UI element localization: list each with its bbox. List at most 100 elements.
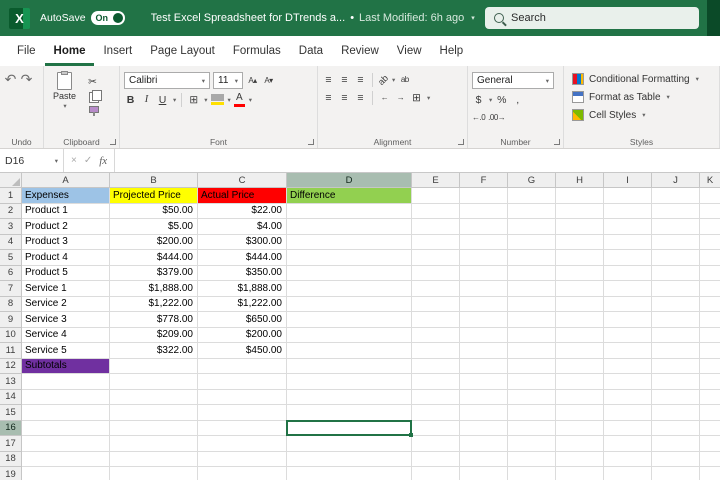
cell-B4[interactable]: $200.00 <box>110 235 198 251</box>
cell-J8[interactable] <box>652 297 700 313</box>
cell-J10[interactable] <box>652 328 700 344</box>
row-header-1[interactable]: 1 <box>0 188 22 204</box>
cell-B8[interactable]: $1,222.00 <box>110 297 198 313</box>
cell-F12[interactable] <box>460 359 508 375</box>
row-header-12[interactable]: 12 <box>0 359 22 375</box>
cell-D13[interactable] <box>287 374 412 390</box>
row-header-19[interactable]: 19 <box>0 467 22 480</box>
formula-input[interactable] <box>115 149 720 172</box>
font-family-select[interactable]: Calibri ▾ <box>124 72 210 89</box>
row-header-9[interactable]: 9 <box>0 312 22 328</box>
cell-G4[interactable] <box>508 235 556 251</box>
cell-B2[interactable]: $50.00 <box>110 204 198 220</box>
cell-H8[interactable] <box>556 297 604 313</box>
row-header-14[interactable]: 14 <box>0 390 22 406</box>
cell-A7[interactable]: Service 1 <box>22 281 110 297</box>
cell-G13[interactable] <box>508 374 556 390</box>
cell-D8[interactable] <box>287 297 412 313</box>
autosave-toggle[interactable]: AutoSave On <box>40 11 125 25</box>
cell-K15[interactable] <box>700 405 720 421</box>
format-painter-icon[interactable] <box>89 106 99 113</box>
cell-G9[interactable] <box>508 312 556 328</box>
cell-G6[interactable] <box>508 266 556 282</box>
cell-H7[interactable] <box>556 281 604 297</box>
cell-C8[interactable]: $1,222.00 <box>198 297 287 313</box>
cell-F6[interactable] <box>460 266 508 282</box>
cell-B17[interactable] <box>110 436 198 452</box>
cell-F19[interactable] <box>460 467 508 480</box>
clipboard-dialog-launcher-icon[interactable] <box>110 139 116 145</box>
cell-H11[interactable] <box>556 343 604 359</box>
cell-C1[interactable]: Actual Price <box>198 188 287 204</box>
cell-H2[interactable] <box>556 204 604 220</box>
font-dialog-launcher-icon[interactable] <box>308 139 314 145</box>
cell-D10[interactable] <box>287 328 412 344</box>
cell-C19[interactable] <box>198 467 287 480</box>
cell-A5[interactable]: Product 4 <box>22 250 110 266</box>
cell-E14[interactable] <box>412 390 460 406</box>
row-header-17[interactable]: 17 <box>0 436 22 452</box>
paste-button[interactable]: Paste ▾ <box>48 69 81 113</box>
cell-F1[interactable] <box>460 188 508 204</box>
cell-D11[interactable] <box>287 343 412 359</box>
cell-B12[interactable] <box>110 359 198 375</box>
cell-F9[interactable] <box>460 312 508 328</box>
cell-G11[interactable] <box>508 343 556 359</box>
copy-icon[interactable] <box>89 92 99 103</box>
cell-A12[interactable]: Subtotals <box>22 359 110 375</box>
cell-D4[interactable] <box>287 235 412 251</box>
cell-K13[interactable] <box>700 374 720 390</box>
cell-J13[interactable] <box>652 374 700 390</box>
cell-G10[interactable] <box>508 328 556 344</box>
excel-app-icon[interactable]: X <box>9 8 30 29</box>
cell-K1[interactable] <box>700 188 720 204</box>
cell-A16[interactable] <box>22 421 110 437</box>
cell-I14[interactable] <box>604 390 652 406</box>
cell-K14[interactable] <box>700 390 720 406</box>
cell-J16[interactable] <box>652 421 700 437</box>
cell-D12[interactable] <box>287 359 412 375</box>
cell-I19[interactable] <box>604 467 652 480</box>
align-middle-icon[interactable]: ≡ <box>338 72 351 87</box>
cell-G18[interactable] <box>508 452 556 468</box>
row-header-13[interactable]: 13 <box>0 374 22 390</box>
cell-H4[interactable] <box>556 235 604 251</box>
cell-E4[interactable] <box>412 235 460 251</box>
cell-F16[interactable] <box>460 421 508 437</box>
cell-A1[interactable]: Expenses <box>22 188 110 204</box>
borders-icon[interactable]: ⊞ <box>187 92 200 107</box>
cell-H1[interactable] <box>556 188 604 204</box>
cell-B19[interactable] <box>110 467 198 480</box>
cell-G19[interactable] <box>508 467 556 480</box>
cell-E10[interactable] <box>412 328 460 344</box>
conditional-formatting-button[interactable]: Conditional Formatting ▾ <box>568 71 715 87</box>
cell-A4[interactable]: Product 3 <box>22 235 110 251</box>
row-header-5[interactable]: 5 <box>0 250 22 266</box>
tab-review[interactable]: Review <box>332 36 388 66</box>
cell-A2[interactable]: Product 1 <box>22 204 110 220</box>
cell-F13[interactable] <box>460 374 508 390</box>
tab-insert[interactable]: Insert <box>94 36 141 66</box>
cell-H17[interactable] <box>556 436 604 452</box>
cell-A13[interactable] <box>22 374 110 390</box>
cell-K11[interactable] <box>700 343 720 359</box>
cell-H5[interactable] <box>556 250 604 266</box>
cell-C10[interactable]: $200.00 <box>198 328 287 344</box>
cell-C16[interactable] <box>198 421 287 437</box>
autosave-switch[interactable]: On <box>91 11 125 25</box>
cell-F18[interactable] <box>460 452 508 468</box>
cell-G14[interactable] <box>508 390 556 406</box>
row-header-10[interactable]: 10 <box>0 328 22 344</box>
cell-C11[interactable]: $450.00 <box>198 343 287 359</box>
cell-E16[interactable] <box>412 421 460 437</box>
cell-J6[interactable] <box>652 266 700 282</box>
font-size-select[interactable]: 11 ▾ <box>213 72 243 89</box>
cell-D5[interactable] <box>287 250 412 266</box>
cell-B9[interactable]: $778.00 <box>110 312 198 328</box>
select-all-corner[interactable] <box>0 173 22 188</box>
format-as-table-button[interactable]: Format as Table ▾ <box>568 89 715 105</box>
increase-indent-icon[interactable]: → <box>394 90 407 105</box>
cell-I12[interactable] <box>604 359 652 375</box>
cancel-icon[interactable]: × <box>71 155 77 166</box>
row-header-6[interactable]: 6 <box>0 266 22 282</box>
